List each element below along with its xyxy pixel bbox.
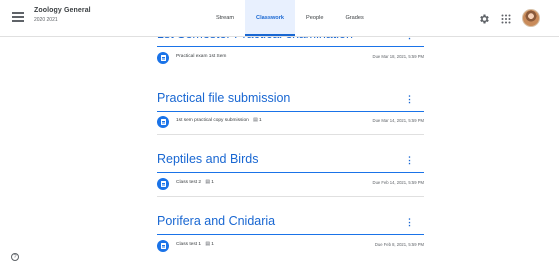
more-options-icon[interactable]: ⋮ xyxy=(405,217,414,228)
more-options-icon[interactable]: ⋮ xyxy=(405,94,414,105)
assignment-icon xyxy=(157,116,169,128)
assignment-item[interactable]: Practical exam 1st Sem Due Mar 18, 2021,… xyxy=(157,52,424,68)
assignment-due-date: Due Feb 8, 2021, 5:59 PM xyxy=(374,242,424,247)
assignment-title: Practical exam 1st Sem xyxy=(176,54,227,59)
assignment-icon xyxy=(157,240,169,252)
menu-icon[interactable] xyxy=(12,12,24,22)
topic-title[interactable]: Reptiles and Birds xyxy=(157,152,424,166)
tab-stream[interactable]: Stream xyxy=(205,0,245,36)
topic-title[interactable]: Porifera and Cnidaria xyxy=(157,214,424,228)
assignment-item[interactable]: 1st sem practical copy submission ▤ 1 Du… xyxy=(157,116,424,135)
assignment-title: Class test 2 ▤ 1 xyxy=(176,180,214,185)
avatar[interactable] xyxy=(522,9,540,27)
gear-icon[interactable] xyxy=(478,13,490,25)
assignment-due-date: Due Mar 14, 2021, 5:59 PM xyxy=(372,118,424,123)
topic-divider xyxy=(157,111,424,112)
assignment-item[interactable]: Class test 1 ▤ 1 Due Feb 8, 2021, 5:59 P… xyxy=(157,240,424,256)
tab-grades[interactable]: Grades xyxy=(334,0,374,36)
assignment-due-date: Due Feb 14, 2021, 5:59 PM xyxy=(372,180,424,185)
attachment-icon: ▤ xyxy=(205,242,210,247)
help-icon[interactable]: ? xyxy=(11,253,19,261)
class-section: 2020 2021 xyxy=(34,17,58,23)
item-divider xyxy=(157,134,424,135)
assignment-title: Class test 1 ▤ 1 xyxy=(176,242,214,247)
attachment-count: 1 xyxy=(211,242,214,247)
topic-divider xyxy=(157,234,424,235)
topic-section: Practical file submission ⋮ xyxy=(157,91,424,105)
item-divider xyxy=(157,196,424,197)
assignment-due-date: Due Mar 18, 2021, 5:59 PM xyxy=(372,54,424,59)
topic-section: Reptiles and Birds ⋮ xyxy=(157,152,424,166)
attachment-icon: ▤ xyxy=(253,118,258,123)
assignment-title: 1st sem practical copy submission ▤ 1 xyxy=(176,118,262,123)
assignment-icon xyxy=(157,52,169,64)
apps-grid-icon[interactable] xyxy=(500,13,512,25)
assignment-item[interactable]: Class test 2 ▤ 1 Due Feb 14, 2021, 5:59 … xyxy=(157,178,424,197)
tab-people[interactable]: People xyxy=(295,0,334,36)
class-tabs: Stream Classwork People Grades xyxy=(205,0,375,36)
class-title[interactable]: Zoology General xyxy=(34,7,91,14)
topic-section: Porifera and Cnidaria ⋮ xyxy=(157,214,424,228)
more-options-icon[interactable]: ⋮ xyxy=(405,155,414,166)
topic-title[interactable]: Practical file submission xyxy=(157,91,424,105)
attachment-count: 1 xyxy=(211,180,214,185)
tab-classwork[interactable]: Classwork xyxy=(245,0,296,36)
top-app-bar: Zoology General 2020 2021 Stream Classwo… xyxy=(0,0,559,37)
topic-divider xyxy=(157,46,424,47)
attachment-count: 1 xyxy=(259,118,262,123)
assignment-icon xyxy=(157,178,169,190)
attachment-icon: ▤ xyxy=(205,180,210,185)
topic-divider xyxy=(157,172,424,173)
